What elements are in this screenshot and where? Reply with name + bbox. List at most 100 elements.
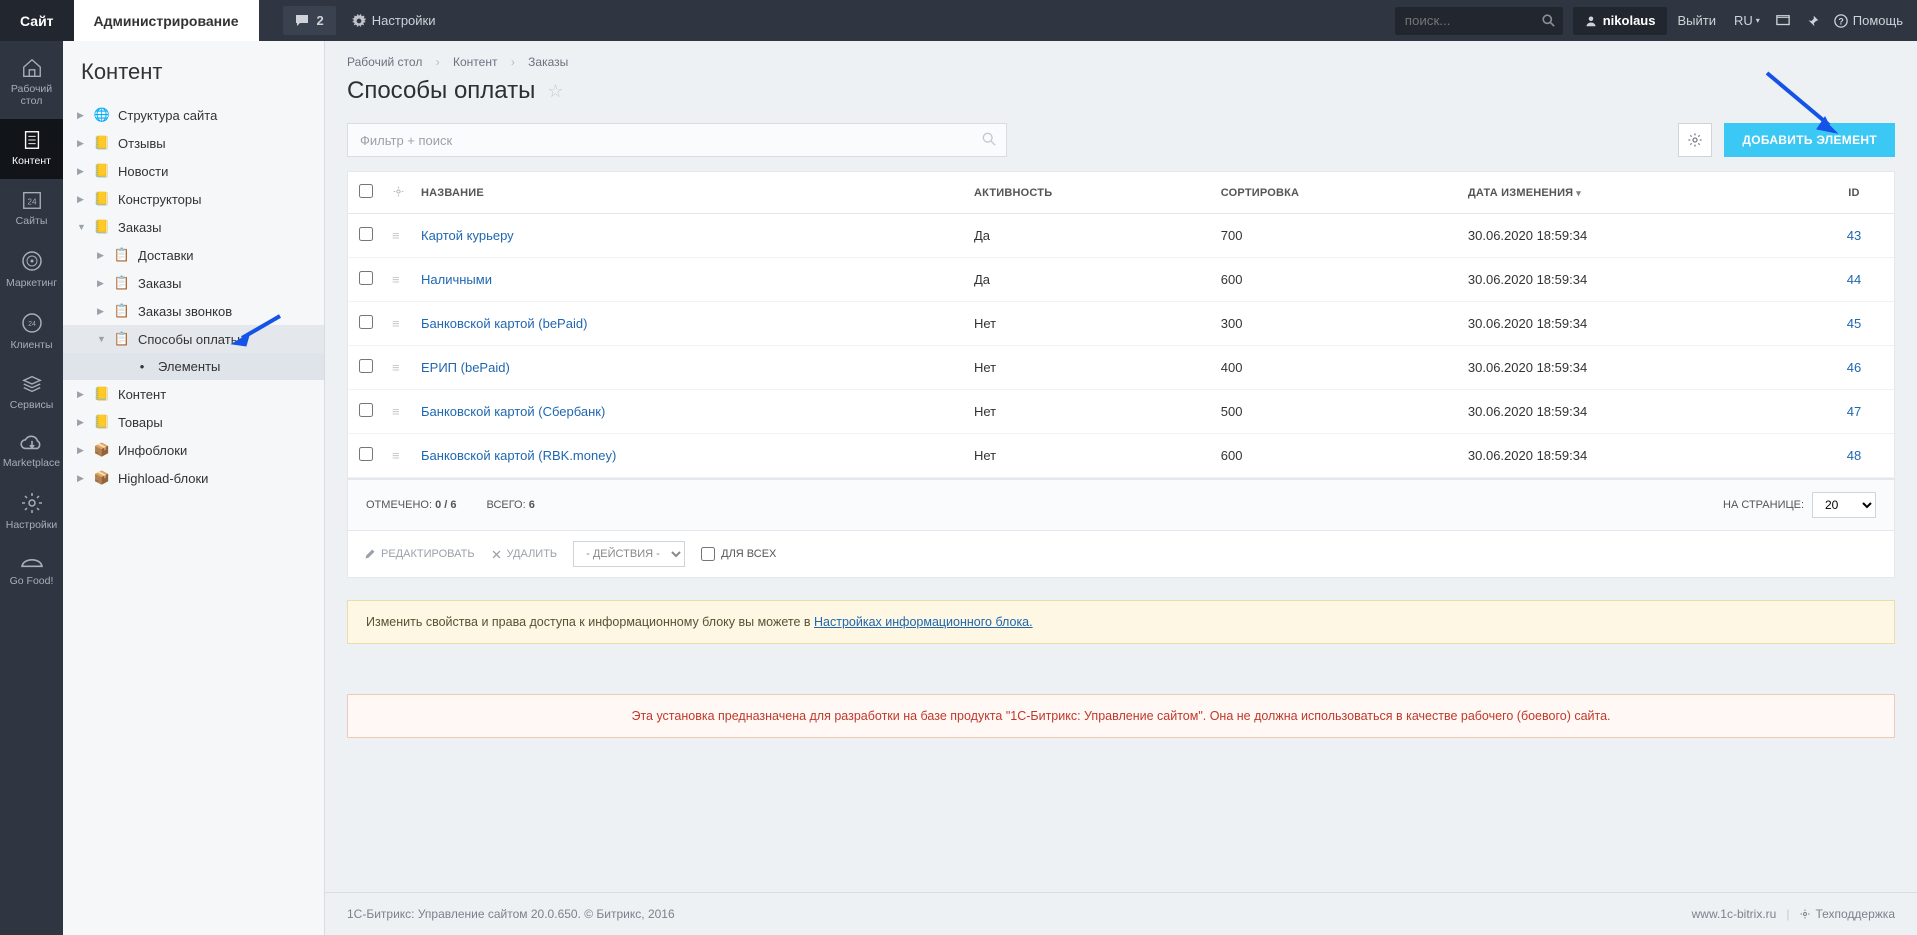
expand-icon: ▶ — [77, 445, 86, 456]
selected-label: ОТМЕЧЕНО: — [366, 499, 432, 511]
row-checkbox[interactable] — [359, 227, 373, 241]
tab-admin[interactable]: Администрирование — [74, 0, 259, 41]
delete-button[interactable]: УДАЛИТЬ — [491, 548, 558, 560]
tree-label: Доставки — [138, 248, 194, 263]
search-button[interactable] — [1535, 7, 1563, 35]
tree-item-orders2[interactable]: ▶📋Заказы — [63, 269, 324, 297]
rail-settings[interactable]: Настройки — [0, 481, 63, 543]
rail-gofood[interactable]: Go Food! — [0, 543, 63, 599]
user-button[interactable]: nikolaus — [1573, 7, 1668, 35]
tab-site[interactable]: Сайт — [0, 0, 74, 41]
rail-clients[interactable]: 24 Клиенты — [0, 301, 63, 363]
settings-button[interactable]: Настройки — [340, 0, 448, 41]
tree-item-constructors[interactable]: ▶📒Конструкторы — [63, 185, 324, 213]
tree-item-news[interactable]: ▶📒Новости — [63, 157, 324, 185]
svg-text:?: ? — [1838, 16, 1843, 26]
select-all-checkbox[interactable] — [359, 184, 373, 198]
presentation-button[interactable] — [1768, 0, 1798, 41]
row-menu-button[interactable]: ≡ — [392, 228, 400, 243]
notifications-button[interactable]: 2 — [283, 6, 336, 35]
tree-item-payment-methods[interactable]: ▼📋Способы оплаты — [63, 325, 324, 353]
col-sort[interactable]: СОРТИРОВКА — [1213, 172, 1460, 214]
lang-selector[interactable]: RU ▾ — [1726, 0, 1768, 41]
tree-item-products[interactable]: ▶📒Товары — [63, 408, 324, 436]
rail-label: Клиенты — [10, 339, 52, 351]
help-label: Помощь — [1853, 13, 1903, 28]
svg-text:24: 24 — [28, 321, 36, 328]
tree-item-callbacks[interactable]: ▶📋Заказы звонков — [63, 297, 324, 325]
row-checkbox[interactable] — [359, 359, 373, 373]
tree-item-structure[interactable]: ▶🌐Структура сайта — [63, 101, 324, 129]
footer-support-link[interactable]: Техподдержка — [1815, 907, 1895, 921]
tree-item-infoblocks[interactable]: ▶📦Инфоблоки — [63, 436, 324, 464]
warning-box: Эта установка предназначена для разработ… — [347, 694, 1895, 738]
edit-button[interactable]: РЕДАКТИРОВАТЬ — [364, 548, 475, 560]
list-icon: 📋 — [114, 331, 130, 347]
add-element-button[interactable]: ДОБАВИТЬ ЭЛЕМЕНТ — [1724, 123, 1895, 157]
row-id-link[interactable]: 46 — [1847, 360, 1861, 375]
tree-item-highload[interactable]: ▶📦Highload-блоки — [63, 464, 324, 492]
row-checkbox[interactable] — [359, 447, 373, 461]
crumb-content[interactable]: Контент — [453, 55, 497, 69]
row-menu-button[interactable]: ≡ — [392, 360, 400, 375]
tree-label: Контент — [118, 387, 166, 402]
tree-item-orders[interactable]: ▼📒Заказы — [63, 213, 324, 241]
row-id-link[interactable]: 48 — [1847, 448, 1861, 463]
actions-bar: РЕДАКТИРОВАТЬ УДАЛИТЬ - ДЕЙСТВИЯ - ДЛЯ В… — [347, 531, 1895, 578]
grid-settings-button[interactable] — [1678, 123, 1712, 157]
row-name-link[interactable]: Картой курьеру — [421, 228, 514, 243]
for-all-checkbox-label[interactable]: ДЛЯ ВСЕХ — [701, 547, 776, 561]
rail-sites[interactable]: 24 Сайты — [0, 179, 63, 239]
crumb-orders[interactable]: Заказы — [528, 55, 568, 69]
rail-desktop[interactable]: Рабочий стол — [0, 47, 63, 119]
favorite-button[interactable]: ☆ — [547, 81, 563, 102]
footer-site-link[interactable]: www.1c-bitrix.ru — [1692, 907, 1777, 921]
row-menu-button[interactable]: ≡ — [392, 448, 400, 463]
row-name-link[interactable]: Банковской картой (Сбербанк) — [421, 404, 605, 419]
row-menu-button[interactable]: ≡ — [392, 316, 400, 331]
row-name-link[interactable]: Банковской картой (bePaid) — [421, 316, 587, 331]
rail-marketplace[interactable]: Marketplace — [0, 423, 63, 481]
tree-item-reviews[interactable]: ▶📒Отзывы — [63, 129, 324, 157]
logout-button[interactable]: Выйти — [1667, 0, 1726, 41]
row-id-link[interactable]: 43 — [1847, 228, 1861, 243]
col-date[interactable]: ДАТА ИЗМЕНЕНИЯ▾ — [1460, 172, 1814, 214]
user-icon — [1585, 15, 1597, 27]
rail-content[interactable]: Контент — [0, 119, 63, 179]
rail-services[interactable]: Сервисы — [0, 363, 63, 423]
list-icon: 📋 — [114, 247, 130, 263]
actions-select[interactable]: - ДЕЙСТВИЯ - — [573, 541, 685, 567]
row-settings-header[interactable] — [384, 172, 413, 214]
tree-item-elements[interactable]: •Элементы — [63, 353, 324, 380]
col-id[interactable]: ID — [1814, 172, 1894, 214]
row-id-link[interactable]: 47 — [1847, 404, 1861, 419]
row-name-link[interactable]: ЕРИП (bePaid) — [421, 360, 510, 375]
search-icon — [1542, 14, 1555, 27]
row-id-link[interactable]: 45 — [1847, 316, 1861, 331]
tree-item-delivery[interactable]: ▶📋Доставки — [63, 241, 324, 269]
row-id-link[interactable]: 44 — [1847, 272, 1861, 287]
for-all-checkbox[interactable] — [701, 547, 715, 561]
expand-icon: ▶ — [97, 306, 106, 317]
rail-marketing[interactable]: Маркетинг — [0, 239, 63, 301]
search-input[interactable] — [1395, 7, 1535, 35]
row-menu-button[interactable]: ≡ — [392, 272, 400, 287]
tree-item-content[interactable]: ▶📒Контент — [63, 380, 324, 408]
info-link[interactable]: Настройках информационного блока. — [814, 615, 1033, 629]
svg-text:24: 24 — [27, 198, 37, 207]
col-active[interactable]: АКТИВНОСТЬ — [966, 172, 1213, 214]
home-icon — [19, 57, 45, 79]
row-checkbox[interactable] — [359, 315, 373, 329]
row-checkbox[interactable] — [359, 403, 373, 417]
row-name-link[interactable]: Банковской картой (RBK.money) — [421, 448, 616, 463]
row-name-link[interactable]: Наличными — [421, 272, 492, 287]
help-button[interactable]: ? Помощь — [1828, 0, 1917, 41]
col-name[interactable]: НАЗВАНИЕ — [413, 172, 966, 214]
filter-input[interactable]: Фильтр + поиск — [347, 123, 1007, 157]
expand-icon: ▶ — [77, 194, 86, 205]
pin-button[interactable] — [1798, 0, 1828, 41]
row-menu-button[interactable]: ≡ — [392, 404, 400, 419]
perpage-select[interactable]: 20 — [1812, 492, 1876, 518]
row-checkbox[interactable] — [359, 271, 373, 285]
crumb-desktop[interactable]: Рабочий стол — [347, 55, 422, 69]
